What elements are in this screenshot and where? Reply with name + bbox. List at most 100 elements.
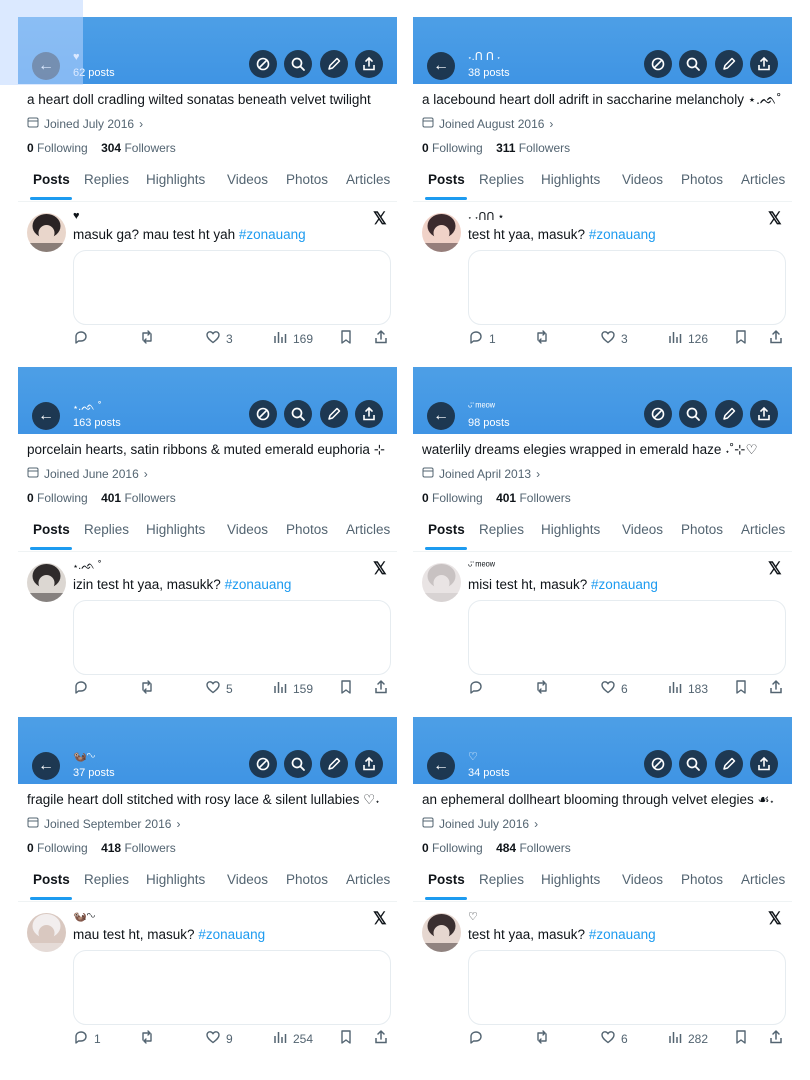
tab-posts[interactable]: Posts bbox=[428, 522, 465, 537]
share-icon[interactable] bbox=[355, 750, 383, 778]
post-author-name[interactable]: 🦦ᵔᵕ bbox=[73, 910, 95, 923]
tab-posts[interactable]: Posts bbox=[33, 872, 70, 887]
tab-replies[interactable]: Replies bbox=[84, 172, 129, 187]
tab-highlights[interactable]: Highlights bbox=[541, 172, 600, 187]
search-icon[interactable] bbox=[679, 400, 707, 428]
repost-button[interactable] bbox=[139, 329, 155, 348]
share-icon[interactable] bbox=[750, 750, 778, 778]
search-icon[interactable] bbox=[284, 50, 312, 78]
share-icon[interactable] bbox=[355, 400, 383, 428]
reply-button[interactable]: 1 bbox=[73, 1029, 101, 1048]
grok-icon[interactable] bbox=[249, 750, 277, 778]
avatar[interactable] bbox=[27, 563, 66, 602]
edit-icon[interactable] bbox=[320, 400, 348, 428]
like-button[interactable]: 6 bbox=[600, 1029, 628, 1048]
tab-highlights[interactable]: Highlights bbox=[146, 872, 205, 887]
tab-posts[interactable]: Posts bbox=[428, 172, 465, 187]
following-label[interactable]: Following bbox=[37, 491, 88, 505]
repost-button[interactable] bbox=[534, 329, 550, 348]
following-count[interactable]: 0 bbox=[27, 491, 34, 505]
tab-highlights[interactable]: Highlights bbox=[541, 872, 600, 887]
tab-photos[interactable]: Photos bbox=[681, 872, 723, 887]
tab-articles[interactable]: Articles bbox=[346, 522, 390, 537]
like-button[interactable]: 5 bbox=[205, 679, 233, 698]
like-button[interactable]: 6 bbox=[600, 679, 628, 698]
share-icon[interactable] bbox=[355, 50, 383, 78]
tab-videos[interactable]: Videos bbox=[622, 872, 663, 887]
bookmark-button[interactable] bbox=[733, 679, 749, 698]
grok-icon[interactable] bbox=[249, 50, 277, 78]
bookmark-button[interactable] bbox=[733, 329, 749, 348]
edit-icon[interactable] bbox=[715, 50, 743, 78]
like-button[interactable]: 3 bbox=[205, 329, 233, 348]
tab-highlights[interactable]: Highlights bbox=[146, 172, 205, 187]
tab-highlights[interactable]: Highlights bbox=[541, 522, 600, 537]
post-media-placeholder[interactable] bbox=[468, 600, 786, 675]
bookmark-button[interactable] bbox=[338, 1029, 354, 1048]
chevron-right-icon[interactable]: › bbox=[549, 117, 553, 131]
share-icon[interactable] bbox=[750, 400, 778, 428]
tab-highlights[interactable]: Highlights bbox=[146, 522, 205, 537]
grok-icon[interactable] bbox=[249, 400, 277, 428]
post-author-name[interactable]: ⋆.ᨒ ˚ bbox=[73, 560, 102, 573]
tab-replies[interactable]: Replies bbox=[84, 522, 129, 537]
back-arrow-icon[interactable]: ← bbox=[32, 402, 60, 430]
following-count[interactable]: 0 bbox=[422, 491, 429, 505]
search-icon[interactable] bbox=[284, 400, 312, 428]
tab-posts[interactable]: Posts bbox=[33, 522, 70, 537]
tab-articles[interactable]: Articles bbox=[741, 522, 785, 537]
grok-icon[interactable] bbox=[644, 750, 672, 778]
followers-label[interactable]: Followers bbox=[519, 841, 570, 855]
share-post-button[interactable] bbox=[768, 679, 784, 698]
followers-count[interactable]: 418 bbox=[101, 841, 121, 855]
post-author-name[interactable]: ♡ bbox=[468, 910, 478, 923]
tab-replies[interactable]: Replies bbox=[479, 172, 524, 187]
tab-videos[interactable]: Videos bbox=[227, 872, 268, 887]
search-icon[interactable] bbox=[679, 750, 707, 778]
followers-count[interactable]: 401 bbox=[496, 491, 516, 505]
following-count[interactable]: 0 bbox=[27, 841, 34, 855]
chevron-right-icon[interactable]: › bbox=[144, 467, 148, 481]
followers-label[interactable]: Followers bbox=[519, 141, 570, 155]
repost-button[interactable] bbox=[534, 1029, 550, 1048]
followers-label[interactable]: Followers bbox=[124, 491, 175, 505]
tab-articles[interactable]: Articles bbox=[741, 172, 785, 187]
post-media-placeholder[interactable] bbox=[468, 250, 786, 325]
tab-photos[interactable]: Photos bbox=[681, 522, 723, 537]
following-label[interactable]: Following bbox=[432, 491, 483, 505]
tab-photos[interactable]: Photos bbox=[681, 172, 723, 187]
search-icon[interactable] bbox=[284, 750, 312, 778]
tab-photos[interactable]: Photos bbox=[286, 522, 328, 537]
tab-replies[interactable]: Replies bbox=[84, 872, 129, 887]
repost-button[interactable] bbox=[139, 1029, 155, 1048]
tab-articles[interactable]: Articles bbox=[346, 872, 390, 887]
reply-button[interactable]: 1 bbox=[468, 329, 496, 348]
tab-photos[interactable]: Photos bbox=[286, 172, 328, 187]
share-post-button[interactable] bbox=[373, 679, 389, 698]
hashtag-link[interactable]: #zonauang bbox=[591, 577, 658, 592]
post-media-placeholder[interactable] bbox=[73, 600, 391, 675]
back-arrow-icon[interactable]: ← bbox=[32, 752, 60, 780]
share-post-button[interactable] bbox=[768, 329, 784, 348]
edit-icon[interactable] bbox=[715, 750, 743, 778]
reply-button[interactable] bbox=[73, 679, 94, 698]
followers-count[interactable]: 311 bbox=[496, 141, 515, 155]
like-button[interactable]: 3 bbox=[600, 329, 628, 348]
followers-label[interactable]: Followers bbox=[519, 491, 570, 505]
post-author-name[interactable]: ♥ bbox=[73, 210, 80, 222]
grok-icon[interactable] bbox=[644, 400, 672, 428]
share-post-button[interactable] bbox=[373, 329, 389, 348]
post-author-name[interactable]: ᵕ̈ ᵐᵉᵒʷ bbox=[468, 560, 495, 572]
avatar[interactable] bbox=[422, 563, 461, 602]
bookmark-button[interactable] bbox=[733, 1029, 749, 1048]
views-button[interactable]: 169 bbox=[272, 329, 313, 348]
following-count[interactable]: 0 bbox=[27, 141, 34, 155]
edit-icon[interactable] bbox=[715, 400, 743, 428]
reply-button[interactable] bbox=[73, 329, 94, 348]
tab-videos[interactable]: Videos bbox=[622, 172, 663, 187]
reply-button[interactable] bbox=[468, 1029, 489, 1048]
hashtag-link[interactable]: #zonauang bbox=[239, 227, 306, 242]
views-button[interactable]: 183 bbox=[667, 679, 708, 698]
following-count[interactable]: 0 bbox=[422, 841, 429, 855]
share-icon[interactable] bbox=[750, 50, 778, 78]
